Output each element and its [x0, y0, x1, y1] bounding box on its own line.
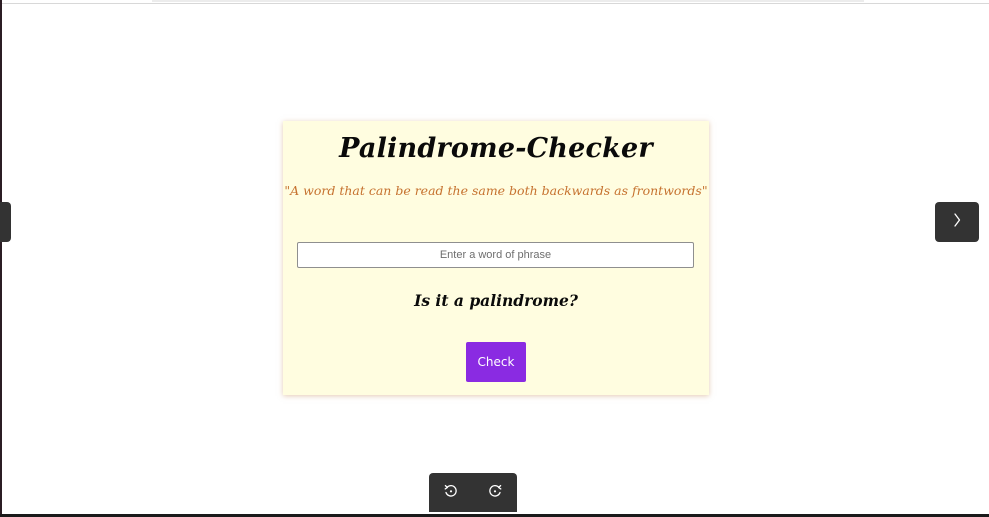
rotate-right-button[interactable]	[485, 483, 505, 503]
top-scrollbar	[152, 0, 864, 2]
check-button[interactable]: Check	[466, 342, 526, 382]
next-slide-button[interactable]	[935, 202, 979, 242]
rotate-left-icon	[443, 483, 459, 503]
left-frame-edge	[0, 0, 2, 517]
result-text: Is it a palindrome?	[414, 291, 578, 310]
definition-quote: "A word that can be read the same both b…	[284, 183, 708, 198]
word-input[interactable]	[297, 242, 694, 268]
palindrome-card: Palindrome-Checker "A word that can be r…	[283, 121, 709, 395]
rotate-right-icon	[487, 483, 503, 503]
preview-viewport: Palindrome-Checker "A word that can be r…	[0, 0, 989, 517]
page-title: Palindrome-Checker	[339, 133, 653, 164]
rotate-left-button[interactable]	[441, 483, 461, 503]
rotate-toolbar	[429, 473, 517, 512]
chevron-right-icon	[952, 212, 962, 232]
previous-slide-button[interactable]	[0, 202, 11, 242]
top-divider	[0, 3, 989, 4]
